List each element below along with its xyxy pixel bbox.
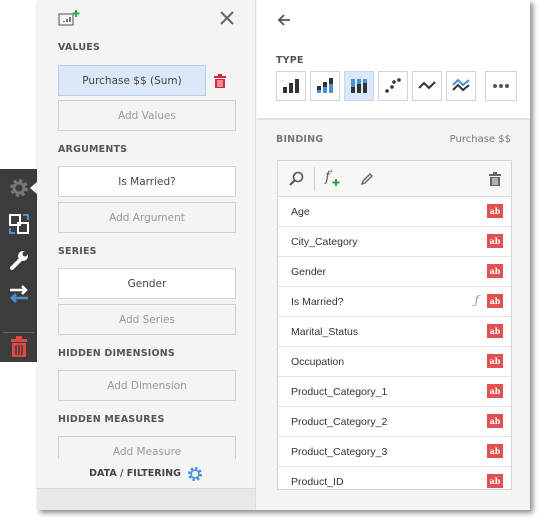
add-series-button[interactable]: Add Series — [58, 304, 236, 335]
data-filtering-button[interactable]: DATA / FILTERING — [37, 459, 255, 488]
add-measure-label: Add Measure — [112, 446, 182, 458]
options-gear-icon[interactable] — [0, 171, 38, 205]
string-type-icon: ab — [487, 444, 503, 458]
section-hidden-dimensions: HIDDEN DIMENSIONS — [58, 348, 175, 359]
section-series: SERIES — [58, 246, 97, 257]
section-values: VALUES — [58, 42, 101, 53]
field-name: City_Category — [291, 235, 358, 248]
calculated-field-icon: ƒ — [474, 293, 479, 307]
string-type-icon: ab — [487, 234, 503, 248]
field-list-item[interactable]: Product_Category_2 ab — [278, 407, 511, 437]
more-dots-icon — [493, 84, 509, 88]
field-list-item[interactable]: Occupation ab — [278, 347, 511, 377]
type-line-button[interactable] — [412, 71, 442, 101]
field-list-item[interactable]: Age ab — [278, 197, 511, 227]
add-measure-button[interactable]: Add Measure — [58, 436, 236, 459]
field-name: Product_Category_2 — [291, 415, 388, 428]
chart-add-icon — [58, 9, 80, 31]
binding-label: BINDING — [276, 134, 324, 145]
remove-value-trash-icon[interactable] — [214, 73, 226, 92]
filter-gear-icon — [187, 466, 202, 481]
point-chart-icon — [385, 78, 401, 93]
field-list-item[interactable]: Gender ab — [278, 257, 511, 287]
item-toolbar — [0, 169, 38, 364]
stacked-line-icon — [452, 78, 470, 92]
string-type-icon: ab — [487, 384, 503, 398]
field-list-item[interactable]: Product_Category_1 ab — [278, 377, 511, 407]
string-type-icon: ab — [487, 354, 503, 368]
values-item-purchase-sum[interactable]: Purchase $$ (Sum) — [58, 65, 206, 96]
panel-footer — [37, 488, 255, 510]
binding-options-panel: TYPE BINDING Purchase $$ f Age ab City_Cat… — [257, 0, 530, 510]
field-name: Age — [291, 205, 310, 218]
field-list: f Age ab City_Category ab Gender ab Is Married… — [277, 160, 512, 490]
field-list-item[interactable]: Product_ID ab — [278, 467, 511, 489]
type-point-button[interactable] — [378, 71, 408, 101]
field-list-item[interactable]: Marital_Status ab — [278, 317, 511, 347]
type-full-stacked-bar-button[interactable] — [344, 71, 374, 101]
close-icon[interactable] — [220, 10, 234, 29]
interactivity-arrows-icon[interactable] — [0, 277, 37, 311]
type-more-button[interactable] — [485, 71, 517, 101]
type-bar-button[interactable] — [276, 71, 306, 101]
delete-item-trash-icon[interactable] — [0, 330, 37, 364]
wrench-icon[interactable] — [0, 243, 37, 277]
type-stacked-bar-button[interactable] — [310, 71, 340, 101]
string-type-icon: ab — [487, 414, 503, 428]
add-dimension-button[interactable]: Add Dimension — [58, 370, 236, 401]
data-filtering-label: DATA / FILTERING — [89, 468, 181, 479]
field-name: Product_Category_1 — [291, 385, 388, 398]
svg-text:f: f — [324, 169, 333, 185]
field-name: Product_ID — [291, 475, 344, 488]
string-type-icon: ab — [487, 264, 503, 278]
field-name: Occupation — [291, 355, 345, 368]
stacked-bar-icon — [317, 78, 333, 93]
type-stacked-line-button[interactable] — [446, 71, 476, 101]
add-argument-button[interactable]: Add Argument — [58, 202, 236, 233]
back-arrow-icon[interactable] — [277, 12, 291, 31]
section-hidden-measures: HIDDEN MEASURES — [58, 414, 165, 425]
field-name: Is Married? — [291, 295, 344, 308]
data-items-panel: VALUES Purchase $$ (Sum) Add Values ARGU… — [37, 0, 256, 510]
search-icon[interactable] — [288, 171, 304, 191]
field-name: Marital_Status — [291, 325, 359, 338]
argument-item-is-married[interactable]: Is Married? — [58, 166, 236, 197]
type-label: TYPE — [276, 55, 304, 66]
string-type-icon: ab — [487, 324, 503, 338]
string-type-icon: ab — [487, 204, 503, 218]
full-stacked-bar-icon — [351, 79, 367, 93]
toolbar-separator — [314, 167, 315, 191]
binding-panel-window: VALUES Purchase $$ (Sum) Add Values ARGU… — [37, 0, 530, 510]
series-item-gender[interactable]: Gender — [58, 268, 236, 299]
string-type-icon: ab — [487, 294, 503, 308]
string-type-icon: ab — [487, 474, 503, 488]
line-chart-icon — [418, 81, 436, 90]
edit-pencil-icon[interactable] — [360, 171, 374, 190]
field-list-item[interactable]: Product_Category_3 ab — [278, 437, 511, 467]
field-name: Gender — [291, 265, 327, 278]
add-values-button[interactable]: Add Values — [58, 100, 236, 131]
field-list-item[interactable]: City_Category ab — [278, 227, 511, 257]
add-calculated-field-icon[interactable]: f — [324, 169, 342, 191]
delete-field-trash-icon[interactable] — [489, 171, 501, 190]
type-section: TYPE — [257, 0, 530, 120]
section-arguments: ARGUMENTS — [58, 144, 128, 155]
binding-target: Purchase $$ — [449, 134, 511, 145]
field-name: Product_Category_3 — [291, 445, 388, 458]
bar-chart-icon — [283, 79, 299, 93]
field-list-item[interactable]: Is Married? ƒ ab — [278, 287, 511, 317]
convert-icon[interactable] — [0, 207, 37, 241]
field-list-toolbar: f — [278, 161, 511, 197]
